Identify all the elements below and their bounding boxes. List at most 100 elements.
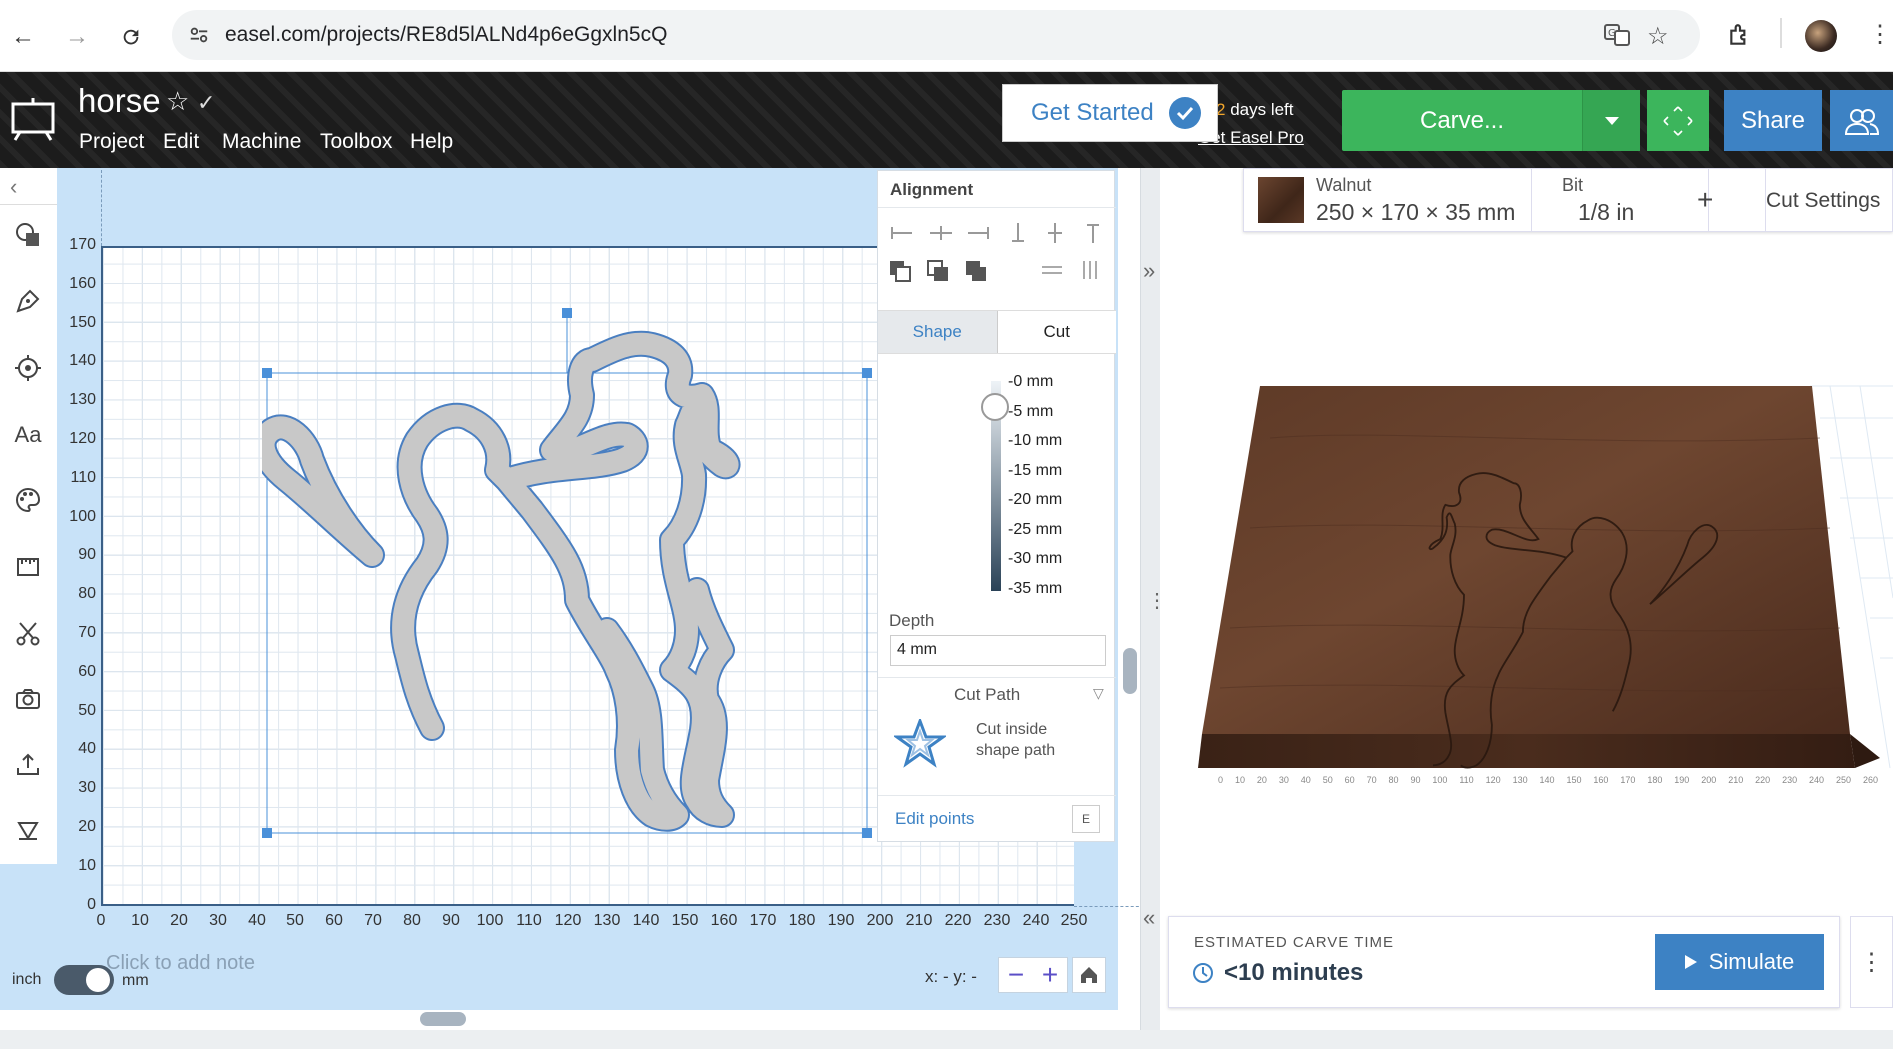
ruler-tick: 10 [1234,775,1245,785]
back-icon[interactable]: ← [8,22,38,52]
x-tick: 170 [749,912,777,929]
menu-edit[interactable]: Edit [163,130,199,154]
jog-machine-button[interactable] [1647,90,1709,151]
ruler-tick: 180 [1647,775,1663,785]
translate-icon[interactable]: G [1604,23,1630,47]
shape-cut-tabs: Shape Cut [878,310,1116,354]
simulate-button[interactable]: Simulate [1655,934,1824,990]
check-circle-icon [1168,97,1201,129]
est-carve-time-value: <10 minutes [1224,959,1364,986]
ruler-tick: 60 [1344,775,1355,785]
x-tick: 140 [632,912,660,929]
home-icon [1081,967,1097,983]
depth-slider-handle[interactable] [981,393,1009,421]
zoom-controls: − + [998,957,1068,993]
point-target-icon[interactable] [8,348,48,388]
expand-preview-icon[interactable]: » [1143,258,1155,284]
camera-icon[interactable] [8,679,48,719]
align-center-v-icon [1048,223,1062,243]
ruler-tick: 110 [1459,775,1474,785]
text-tool-icon[interactable]: Aa [8,415,48,455]
carve-dropdown-button[interactable] [1582,90,1640,151]
share-button[interactable]: Share [1724,90,1822,151]
menu-toolbox[interactable]: Toolbox [320,130,392,154]
x-tick: 240 [1022,912,1050,929]
horizontal-scrollbar-thumb[interactable] [420,1012,466,1026]
ruler-tick: 20 [1256,775,1267,785]
ruler-tick: 0 [1218,775,1224,785]
zoom-out-button[interactable]: − [1008,959,1024,991]
ruler-tick: 80 [1388,775,1399,785]
collaborators-button[interactable] [1830,90,1893,151]
walnut-swatch[interactable] [1258,177,1304,223]
selection-handle[interactable] [862,828,872,838]
project-title[interactable]: horse [78,82,161,120]
scissors-icon[interactable] [8,614,48,654]
palette-icon[interactable] [8,480,48,520]
ruler-tick: 130 [1512,775,1528,785]
menu-machine[interactable]: Machine [222,130,301,154]
rotate-handle[interactable] [562,308,572,318]
selection-handle[interactable] [862,368,872,378]
x-tick: 150 [671,912,699,929]
selection-handle[interactable] [262,828,272,838]
forward-icon[interactable]: → [62,22,92,52]
extensions-icon[interactable] [1727,22,1753,48]
bit-value[interactable]: 1/8 in [1578,199,1634,226]
align-buttons-row[interactable] [890,221,1106,245]
collapse-toolbar-icon[interactable]: ‹ [10,174,17,200]
upload-icon[interactable] [8,744,48,784]
more-options-icon[interactable]: ⋮ [1850,916,1893,1008]
edit-points-link[interactable]: Edit points [895,809,974,829]
cut-inside-star-icon[interactable] [894,719,946,769]
reload-icon[interactable] [116,22,146,52]
browser-toolbar: ← → easel.com/projects/RE8d5lALNd4p6eGgx… [0,0,1893,72]
get-started-button[interactable]: Get Started [1002,84,1218,142]
carve-button[interactable]: Carve... [1342,90,1582,151]
cut-path-collapse-icon[interactable]: ▽ [1093,685,1104,702]
pen-tool-icon[interactable] [8,281,48,321]
ruler-tick: 250 [1836,775,1852,785]
cut-settings-button[interactable]: Cut Settings [1766,189,1880,213]
ruler-icon[interactable] [8,546,48,586]
depth-input[interactable]: 4 mm [890,635,1106,666]
bookmark-star-icon[interactable]: ☆ [1647,22,1669,51]
site-settings-icon[interactable] [188,24,210,46]
alignment-title: Alignment [890,180,974,199]
url-text[interactable]: easel.com/projects/RE8d5lALNd4p6eGgxln5c… [225,23,667,47]
vertical-scrollbar-thumb[interactable] [1123,648,1137,694]
y-tick: 100 [69,508,96,525]
home-view-button[interactable] [1072,957,1106,993]
y-tick: 170 [69,236,96,253]
browser-menu-icon[interactable]: ⋮ [1868,20,1892,49]
toolbar-divider [1780,18,1782,48]
selection-handle[interactable] [262,368,272,378]
address-bar[interactable]: easel.com/projects/RE8d5lALNd4p6eGgxln5c… [172,10,1700,60]
zoom-in-button[interactable]: + [1042,959,1058,991]
y-tick: 90 [78,546,96,563]
bottom-panel-strip [0,1030,1893,1049]
arrange-buttons-row[interactable] [890,257,1106,283]
shapes-icon[interactable] [8,215,48,255]
tab-cut[interactable]: Cut [997,311,1116,353]
menu-help[interactable]: Help [410,130,453,154]
tab-shape[interactable]: Shape [878,311,998,353]
menu-project[interactable]: Project [79,130,144,154]
x-tick: 210 [905,912,933,929]
caret-down-icon [1604,116,1619,125]
material-dimensions[interactable]: 250 × 170 × 35 mm [1316,199,1515,226]
apps-funnel-icon[interactable] [8,810,48,850]
x-tick: 100 [476,912,504,929]
unit-toggle[interactable] [54,965,114,995]
horse-design[interactable] [262,300,882,840]
ruler-tick: 40 [1300,775,1311,785]
profile-avatar[interactable] [1805,20,1837,52]
add-bit-button[interactable]: + [1697,184,1713,216]
material-name[interactable]: Walnut [1316,175,1371,196]
y-tick: 10 [78,857,96,874]
collapse-preview-icon[interactable]: « [1143,905,1155,931]
y-tick: 110 [70,469,96,486]
favorite-star-icon[interactable]: ☆ [166,86,189,117]
ruler-tick: 150 [1566,775,1582,785]
easel-logo-icon[interactable] [10,96,56,142]
